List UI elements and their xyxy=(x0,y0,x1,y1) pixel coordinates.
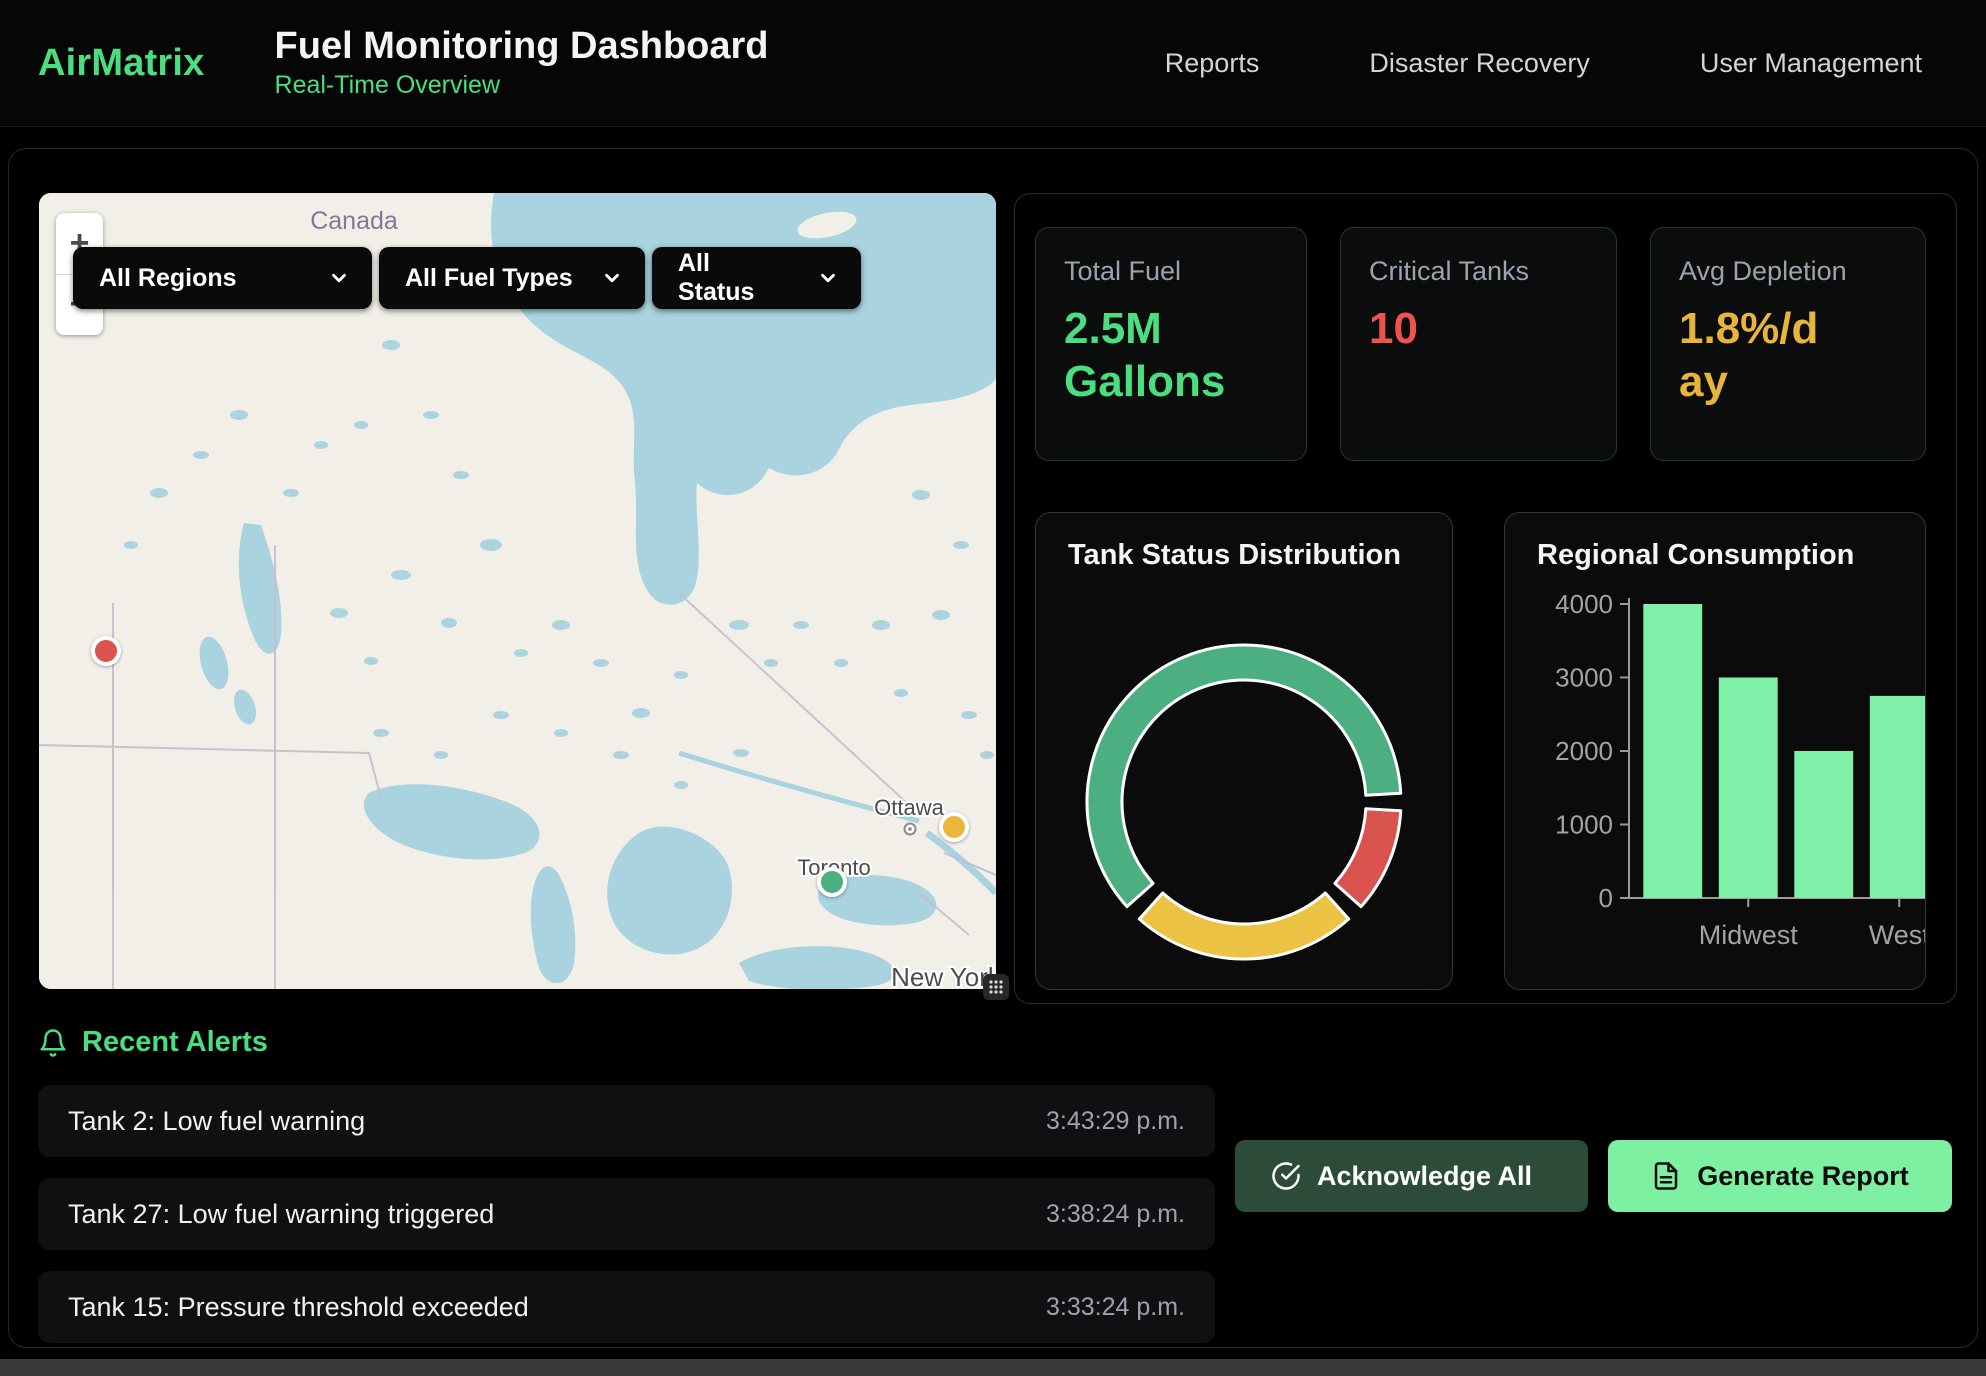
bar-0 xyxy=(1643,604,1702,898)
alerts-header: Recent Alerts xyxy=(38,1026,1215,1059)
bell-icon xyxy=(38,1028,68,1058)
alert-text: Tank 27: Low fuel warning triggered xyxy=(68,1199,494,1230)
stat-label: Avg Depletion xyxy=(1679,256,1897,287)
metrics-panel: Total Fuel 2.5M Gallons Critical Tanks 1… xyxy=(1014,193,1957,1004)
map-canvas[interactable]: Canada Ottawa Toronto New York xyxy=(39,193,996,989)
alerts-title: Recent Alerts xyxy=(82,1026,268,1059)
map-label-ottawa: Ottawa xyxy=(874,795,944,820)
marker-green[interactable] xyxy=(817,867,847,897)
stats-row: Total Fuel 2.5M Gallons Critical Tanks 1… xyxy=(1035,227,1923,461)
fuel-type-filter-dropdown[interactable]: All Fuel Types xyxy=(379,247,645,309)
nav-item-reports[interactable]: Reports xyxy=(1165,48,1260,79)
stat-card-critical-tanks: Critical Tanks 10 xyxy=(1340,227,1617,461)
alert-row[interactable]: Tank 27: Low fuel warning triggered 3:38… xyxy=(38,1178,1215,1250)
page-title: Fuel Monitoring Dashboard xyxy=(275,26,769,68)
region-filter-dropdown[interactable]: All Regions xyxy=(73,247,372,309)
region-filter-value: All Regions xyxy=(99,264,237,293)
charts-row: Tank Status Distribution Regional Consum… xyxy=(1035,512,1923,990)
generate-report-button[interactable]: Generate Report xyxy=(1608,1140,1952,1212)
drag-dots-icon xyxy=(987,978,1005,996)
map-resize-handle[interactable] xyxy=(983,974,1009,1000)
map-label-new-york: New York xyxy=(891,962,996,989)
alert-time: 3:38:24 p.m. xyxy=(1046,1200,1185,1229)
chevron-down-icon xyxy=(601,267,623,289)
alert-actions: Acknowledge All Generate Report xyxy=(1235,1140,1952,1212)
chevron-down-icon xyxy=(328,267,350,289)
stat-value: 1.8%/day xyxy=(1679,303,1829,409)
stat-value: 2.5M Gallons xyxy=(1064,303,1278,409)
fuel-type-filter-value: All Fuel Types xyxy=(405,264,573,293)
bar-3 xyxy=(1870,696,1926,898)
nav-item-disaster-recovery[interactable]: Disaster Recovery xyxy=(1369,48,1590,79)
bottom-bar xyxy=(0,1359,1986,1376)
nav-item-user-management[interactable]: User Management xyxy=(1700,48,1922,79)
stat-card-avg-depletion: Avg Depletion 1.8%/day xyxy=(1650,227,1926,461)
donut-chart xyxy=(1068,632,1420,972)
donut-segment-red xyxy=(1335,809,1401,907)
status-filter-value: All Status xyxy=(678,249,789,307)
map-label-canada: Canada xyxy=(310,207,398,235)
stat-card-total-fuel: Total Fuel 2.5M Gallons xyxy=(1035,227,1307,461)
bar-x-tick-label: Midwest xyxy=(1699,920,1799,950)
map-filter-bar: All Regions All Fuel Types All Status xyxy=(73,247,861,309)
bar-chart: 01000200030004000MidwestWest xyxy=(1537,586,1893,971)
regional-consumption-chart-card: Regional Consumption 0 1000 2000 3000 4000 Mi… xyxy=(1504,512,1926,990)
recent-alerts-section: Recent Alerts Tank 2: Low fuel warning 3… xyxy=(38,1010,1215,1364)
generate-report-label: Generate Report xyxy=(1697,1161,1909,1192)
ottawa-town-dot-center xyxy=(908,827,912,831)
bar-1 xyxy=(1719,678,1778,899)
marker-yellow[interactable] xyxy=(939,812,969,842)
acknowledge-all-label: Acknowledge All xyxy=(1317,1161,1532,1192)
donut-segment-yellow xyxy=(1139,893,1348,959)
alert-time: 3:33:24 p.m. xyxy=(1046,1293,1185,1322)
bar-y-tick-label: 1000 xyxy=(1555,810,1613,840)
stat-value: 10 xyxy=(1369,303,1588,356)
bar-y-tick-label: 0 xyxy=(1599,883,1613,913)
chevron-down-icon xyxy=(817,267,839,289)
check-circle-icon xyxy=(1271,1161,1301,1191)
status-filter-dropdown[interactable]: All Status xyxy=(652,247,861,309)
alert-row[interactable]: Tank 15: Pressure threshold exceeded 3:3… xyxy=(38,1271,1215,1343)
fuel-dashboard: AirMatrix Fuel Monitoring Dashboard Real… xyxy=(0,0,1986,1376)
chart-title: Regional Consumption xyxy=(1537,539,1893,572)
alert-text: Tank 2: Low fuel warning xyxy=(68,1106,365,1137)
alert-row[interactable]: Tank 2: Low fuel warning 3:43:29 p.m. xyxy=(38,1085,1215,1157)
map-panel[interactable]: Canada Ottawa Toronto New York + − All R… xyxy=(39,193,996,989)
brand-logo[interactable]: AirMatrix xyxy=(38,42,205,85)
alert-time: 3:43:29 p.m. xyxy=(1046,1107,1185,1136)
bar-y-tick-label: 4000 xyxy=(1555,589,1613,619)
bar-x-tick-label: West xyxy=(1869,920,1926,950)
chart-title: Tank Status Distribution xyxy=(1068,539,1420,572)
app-header: AirMatrix Fuel Monitoring Dashboard Real… xyxy=(0,0,1986,127)
file-text-icon xyxy=(1651,1161,1681,1191)
bar-y-tick-label: 3000 xyxy=(1555,663,1613,693)
acknowledge-all-button[interactable]: Acknowledge All xyxy=(1235,1140,1588,1212)
map-basemap: Canada Ottawa Toronto New York xyxy=(39,193,996,989)
tank-status-chart-card: Tank Status Distribution xyxy=(1035,512,1453,990)
bar-2 xyxy=(1794,751,1853,898)
header-titles: Fuel Monitoring Dashboard Real-Time Over… xyxy=(275,26,769,100)
page-subtitle: Real-Time Overview xyxy=(275,71,769,100)
bar-y-tick-label: 2000 xyxy=(1555,736,1613,766)
stat-label: Critical Tanks xyxy=(1369,256,1588,287)
marker-red[interactable] xyxy=(91,636,121,666)
top-nav: Reports Disaster Recovery User Managemen… xyxy=(1165,48,1952,79)
stat-label: Total Fuel xyxy=(1064,256,1278,287)
alert-text: Tank 15: Pressure threshold exceeded xyxy=(68,1292,529,1323)
